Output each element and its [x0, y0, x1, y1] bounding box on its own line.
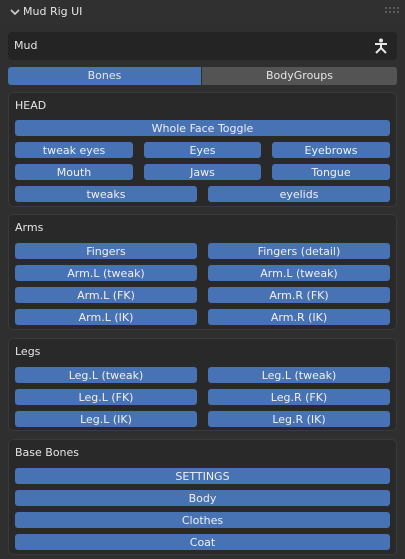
- leg-r-ik-button[interactable]: Leg.R (IK): [207, 410, 391, 428]
- body-button[interactable]: Body: [14, 489, 391, 507]
- eyebrows-button[interactable]: Eyebrows: [271, 141, 391, 159]
- head-box: HEAD Whole Face Toggle tweak eyes Eyes E…: [8, 92, 397, 207]
- legs-box: Legs Leg.L (tweak) Leg.L (tweak) Leg.L (…: [8, 338, 397, 431]
- mouth-button[interactable]: Mouth: [14, 163, 134, 181]
- leg-l-tweak-button-2[interactable]: Leg.L (tweak): [207, 366, 391, 384]
- arms-box: Arms Fingers Fingers (detail) Arm.L (twe…: [8, 214, 397, 330]
- head-heading: HEAD: [15, 99, 47, 112]
- legs-heading: Legs: [15, 345, 41, 358]
- leg-l-ik-button[interactable]: Leg.L (IK): [14, 410, 198, 428]
- leg-l-tweak-button[interactable]: Leg.L (tweak): [14, 366, 198, 384]
- panel-title: Mud Rig UI: [23, 5, 83, 18]
- base-bones-box: Base Bones SETTINGS Body Clothes Coat: [8, 439, 397, 555]
- settings-button[interactable]: SETTINGS: [14, 467, 391, 485]
- whole-face-toggle-button[interactable]: Whole Face Toggle: [14, 119, 391, 137]
- tweaks-button[interactable]: tweaks: [14, 185, 198, 203]
- rig-name-row: Mud: [8, 32, 397, 60]
- armature-icon: [375, 38, 387, 54]
- base-bones-heading: Base Bones: [15, 446, 80, 459]
- eyelids-button[interactable]: eyelids: [207, 185, 391, 203]
- tongue-button[interactable]: Tongue: [271, 163, 391, 181]
- clothes-button[interactable]: Clothes: [14, 511, 391, 529]
- arm-r-fk-button[interactable]: Arm.R (FK): [207, 286, 391, 304]
- tab-bar: Bones BodyGroups: [8, 67, 397, 85]
- tab-bones[interactable]: Bones: [8, 67, 201, 85]
- arm-l-tweak-button-2[interactable]: Arm.L (tweak): [207, 264, 391, 282]
- arm-l-tweak-button[interactable]: Arm.L (tweak): [14, 264, 198, 282]
- arm-r-ik-button[interactable]: Arm.R (IK): [207, 308, 391, 326]
- fingers-button[interactable]: Fingers: [14, 242, 198, 260]
- tweak-eyes-button[interactable]: tweak eyes: [14, 141, 134, 159]
- chevron-down-icon[interactable]: [8, 5, 22, 19]
- drag-grip-icon[interactable]: [385, 7, 399, 17]
- leg-r-fk-button[interactable]: Leg.R (FK): [207, 388, 391, 406]
- arm-l-fk-button[interactable]: Arm.L (FK): [14, 286, 198, 304]
- rig-name-label: Mud: [14, 39, 38, 52]
- fingers-detail-button[interactable]: Fingers (detail): [207, 242, 391, 260]
- tab-bodygroups[interactable]: BodyGroups: [201, 67, 397, 85]
- panel-header[interactable]: Mud Rig UI: [0, 0, 405, 24]
- leg-l-fk-button[interactable]: Leg.L (FK): [14, 388, 198, 406]
- arm-l-ik-button[interactable]: Arm.L (IK): [14, 308, 198, 326]
- jaws-button[interactable]: Jaws: [143, 163, 262, 181]
- arms-heading: Arms: [15, 221, 44, 234]
- coat-button[interactable]: Coat: [14, 533, 391, 551]
- eyes-button[interactable]: Eyes: [143, 141, 262, 159]
